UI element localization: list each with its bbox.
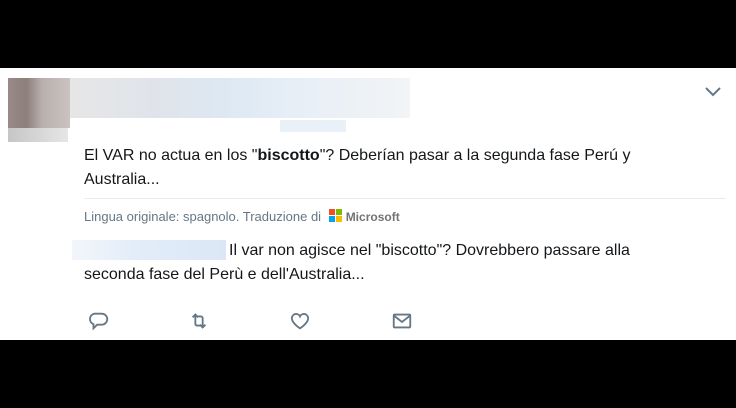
redacted-handle-extra [280, 120, 346, 132]
reply-icon[interactable] [88, 310, 112, 334]
tweet-actions [88, 310, 428, 334]
microsoft-logo-icon [328, 209, 343, 223]
tweet-text-part1: El VAR no actua en los " [84, 147, 258, 164]
envelope-icon[interactable] [391, 310, 415, 334]
heart-icon[interactable] [289, 310, 313, 334]
retweet-icon[interactable] [188, 310, 212, 334]
chevron-down-icon[interactable] [704, 84, 722, 98]
tweet-card: El VAR no actua en los "biscotto"? Deber… [0, 68, 736, 340]
tweet-text: El VAR no actua en los "biscotto"? Deber… [84, 144, 644, 192]
redacted-handle [8, 128, 68, 142]
redacted-username[interactable] [70, 78, 410, 118]
translated-text: Il var non agisce nel "biscotto"? Dovreb… [84, 242, 630, 283]
translation-label: Lingua originale: spagnolo. Traduzione d… [84, 209, 322, 224]
translation-brand: Microsoft [345, 210, 400, 224]
tweet-text-bold: biscotto [257, 147, 320, 164]
avatar[interactable] [8, 78, 70, 128]
divider [84, 198, 726, 199]
translation-attribution: Lingua originale: spagnolo. Traduzione d… [84, 208, 400, 226]
